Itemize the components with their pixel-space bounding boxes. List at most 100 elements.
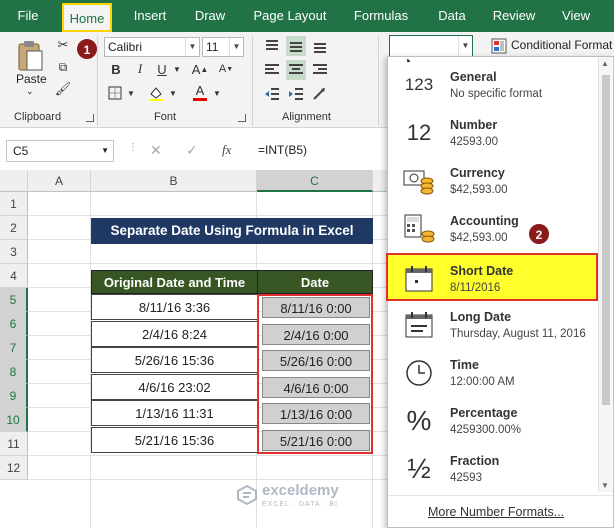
chevron-down-icon[interactable]: ▼ bbox=[126, 84, 136, 102]
chevron-down-icon[interactable]: ▼ bbox=[229, 38, 243, 56]
grow-font-label: A bbox=[191, 61, 201, 77]
tab-view[interactable]: View bbox=[554, 0, 598, 32]
number-format-item-currency[interactable]: Currency $42,593.00 bbox=[388, 157, 598, 205]
number-format-item-time[interactable]: Time 12:00:00 AM bbox=[388, 349, 598, 397]
align-middle-icon[interactable] bbox=[286, 36, 306, 56]
shrink-font-button[interactable]: A ▼ bbox=[216, 60, 236, 78]
borders-icon[interactable] bbox=[106, 84, 124, 102]
copy-icon[interactable]: ⧉ bbox=[54, 58, 72, 76]
font-launcher-icon[interactable] bbox=[238, 114, 246, 122]
chevron-down-icon[interactable]: ▼ bbox=[101, 141, 109, 161]
column-header-b[interactable]: B bbox=[91, 170, 257, 192]
select-all-corner[interactable] bbox=[0, 170, 28, 192]
align-left-icon[interactable] bbox=[262, 60, 282, 80]
row-header-1[interactable]: 1 bbox=[0, 192, 28, 216]
insert-function-button[interactable]: fx bbox=[222, 142, 231, 158]
format-painter-icon[interactable]: 🖌 bbox=[54, 80, 72, 98]
original-datetime-cell[interactable]: 5/26/16 15:36 bbox=[91, 347, 258, 373]
dropdown-scrollbar[interactable]: ▲ ▼ bbox=[598, 57, 612, 492]
row-header-11[interactable]: 11 bbox=[0, 432, 28, 456]
name-box-value: C5 bbox=[13, 144, 29, 158]
increase-indent-icon[interactable] bbox=[286, 84, 306, 104]
row-header-12[interactable]: 12 bbox=[0, 456, 28, 480]
sheet-title-cell[interactable]: Separate Date Using Formula in Excel bbox=[91, 218, 373, 244]
underline-button[interactable]: U bbox=[154, 60, 170, 78]
original-datetime-cell[interactable]: 5/21/16 15:36 bbox=[91, 426, 258, 453]
number-format-item-short-date[interactable]: Short Date 8/11/2016 bbox=[386, 253, 598, 301]
align-right-icon[interactable] bbox=[310, 60, 330, 80]
align-top-icon[interactable] bbox=[262, 36, 282, 56]
chevron-down-icon[interactable]: ▼ bbox=[172, 60, 182, 78]
font-name-combo[interactable]: Calibri ▼ bbox=[104, 37, 200, 57]
original-datetime-cell[interactable]: 8/11/16 3:36 bbox=[91, 294, 258, 320]
row-header-10[interactable]: 10 bbox=[0, 408, 28, 432]
original-datetime-cell[interactable]: 4/6/16 23:02 bbox=[91, 373, 258, 400]
tab-data[interactable]: Data bbox=[430, 0, 474, 32]
row-header-5[interactable]: 5 bbox=[0, 288, 28, 312]
bold-button[interactable]: B bbox=[108, 60, 124, 78]
tab-review[interactable]: Review bbox=[486, 0, 542, 32]
row-header-7[interactable]: 7 bbox=[0, 336, 28, 360]
column-header-a[interactable]: A bbox=[28, 170, 91, 192]
align-bottom-icon[interactable] bbox=[310, 36, 330, 56]
decrease-indent-icon[interactable] bbox=[262, 84, 282, 104]
grow-font-button[interactable]: A ▲ bbox=[190, 60, 210, 78]
original-datetime-cell[interactable]: 2/4/16 8:24 bbox=[91, 320, 258, 347]
number-format-item-percentage[interactable]: % Percentage 4259300.00% bbox=[388, 397, 598, 445]
number-format-example: $42,593.00 bbox=[450, 232, 508, 244]
paste-icon[interactable] bbox=[14, 38, 46, 74]
exceldemy-logo-icon bbox=[237, 484, 257, 506]
cancel-icon[interactable]: ✕ bbox=[150, 142, 162, 159]
row-header-8[interactable]: 8 bbox=[0, 360, 28, 384]
row-header-4[interactable]: 4 bbox=[0, 264, 28, 288]
number-format-name: Accounting bbox=[450, 214, 519, 228]
tab-home[interactable]: Home bbox=[62, 3, 112, 32]
align-center-icon[interactable] bbox=[286, 60, 306, 80]
chevron-down-icon[interactable]: ▼ bbox=[212, 84, 222, 102]
tab-insert[interactable]: Insert bbox=[124, 0, 176, 32]
chevron-down-icon[interactable]: ▼ bbox=[458, 36, 472, 56]
enter-icon[interactable]: ✓ bbox=[186, 142, 198, 159]
column-header-c[interactable]: C bbox=[257, 170, 373, 192]
tab-draw[interactable]: Draw bbox=[186, 0, 234, 32]
number-format-example: 12:00:00 AM bbox=[450, 376, 515, 388]
conditional-formatting-icon[interactable] bbox=[490, 37, 508, 55]
number-format-example: $42,593.00 bbox=[450, 184, 508, 196]
number-format-item-long-date[interactable]: Long Date Thursday, August 11, 2016 bbox=[388, 301, 598, 349]
number-format-item-number[interactable]: 12 Number 42593.00 bbox=[388, 109, 598, 157]
chevron-down-icon[interactable]: ▼ bbox=[168, 84, 178, 102]
name-box[interactable]: C5 ▼ bbox=[6, 140, 114, 162]
scrollbar-thumb[interactable] bbox=[602, 75, 610, 405]
paste-dropdown-icon[interactable]: ⌄ bbox=[26, 86, 34, 97]
header-date-cell[interactable]: Date bbox=[257, 270, 373, 294]
header-original-cell[interactable]: Original Date and Time bbox=[91, 270, 258, 294]
scroll-up-icon[interactable]: ▲ bbox=[601, 59, 609, 68]
tab-file[interactable]: File bbox=[8, 0, 48, 32]
tab-page-layout[interactable]: Page Layout bbox=[248, 0, 332, 32]
cut-icon[interactable]: ✂ bbox=[54, 36, 72, 54]
tab-formulas[interactable]: Formulas bbox=[348, 0, 414, 32]
row-header-2[interactable]: 2 bbox=[0, 216, 28, 240]
paste-label[interactable]: Paste bbox=[16, 72, 47, 86]
font-color-label: A bbox=[195, 83, 205, 98]
fill-color-icon[interactable] bbox=[146, 84, 166, 102]
more-number-formats-button[interactable]: More Number Formats... bbox=[388, 495, 613, 527]
number-format-item-general[interactable]: ◔ 123 General No specific format bbox=[388, 53, 598, 109]
conditional-formatting-button[interactable]: Conditional Format bbox=[511, 38, 612, 52]
number-format-item-accounting[interactable]: Accounting $42,593.00 bbox=[388, 205, 598, 253]
orientation-icon[interactable] bbox=[310, 84, 330, 104]
font-size-combo[interactable]: 11 ▼ bbox=[202, 37, 244, 57]
formula-input[interactable]: =INT(B5) bbox=[250, 140, 390, 162]
number-format-item-fraction[interactable]: ½ Fraction 42593 bbox=[388, 445, 598, 493]
clipboard-launcher-icon[interactable] bbox=[86, 114, 94, 122]
row-header-6[interactable]: 6 bbox=[0, 312, 28, 336]
number-format-combo[interactable]: ▼ bbox=[389, 35, 473, 57]
font-color-button[interactable]: A bbox=[190, 82, 210, 102]
separator bbox=[378, 36, 379, 126]
row-header-3[interactable]: 3 bbox=[0, 240, 28, 264]
chevron-down-icon[interactable]: ▼ bbox=[185, 38, 199, 56]
row-header-9[interactable]: 9 bbox=[0, 384, 28, 408]
scroll-down-icon[interactable]: ▼ bbox=[601, 481, 609, 490]
italic-button[interactable]: I bbox=[132, 60, 148, 78]
original-datetime-cell[interactable]: 1/13/16 11:31 bbox=[91, 400, 258, 426]
